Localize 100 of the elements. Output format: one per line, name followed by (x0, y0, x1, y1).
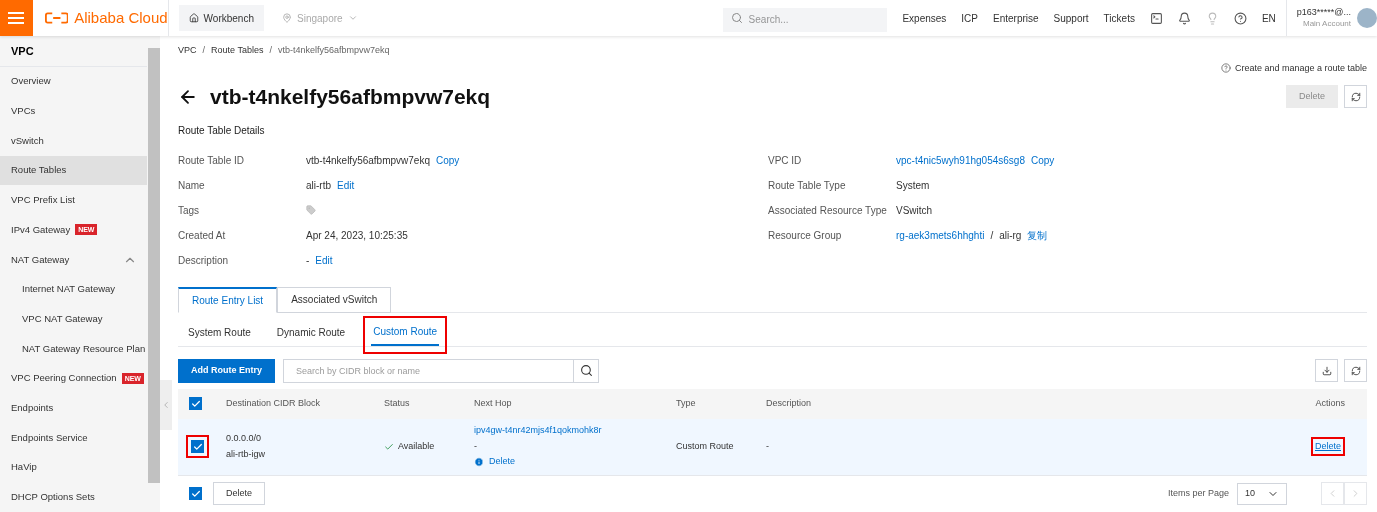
language-label[interactable]: EN (1261, 10, 1276, 26)
workbench-button[interactable]: Workbench (178, 5, 264, 31)
chevron-down-icon (347, 13, 358, 23)
table-cell-text: - (766, 439, 770, 453)
menu-button[interactable] (0, 0, 33, 36)
sidebar-item[interactable]: VPCs (0, 96, 147, 127)
help-link[interactable]: Create and manage a route table (1234, 61, 1367, 75)
account-role: Main Account (1302, 18, 1351, 30)
refresh-button[interactable] (1344, 359, 1367, 382)
nav-link[interactable]: Expenses (902, 10, 947, 26)
checkbox[interactable] (189, 487, 202, 500)
field-value: vtb-t4nkelfy56afbmpvw7ekq (306, 153, 430, 168)
sidebar-item[interactable]: VPC NAT Gateway (0, 304, 147, 334)
field-value: - (306, 253, 310, 268)
breadcrumb-item[interactable]: VPC (178, 44, 197, 58)
sidebar-title: VPC (0, 36, 147, 67)
sidebar-item[interactable]: vSwitch (0, 126, 147, 156)
field-label: Description (178, 253, 230, 268)
help-icon (1220, 63, 1231, 74)
search-button[interactable] (574, 358, 599, 383)
sidebar-item[interactable]: Route Tables (0, 155, 147, 186)
sidebar-item[interactable]: DHCP Options Sets (0, 482, 147, 512)
route-tab[interactable]: Custom Route (371, 319, 440, 346)
chevron-left-icon (161, 400, 171, 410)
nav-link[interactable]: ICP (961, 10, 978, 26)
column-header: Actions (1314, 396, 1346, 410)
status-text: Available (398, 439, 435, 453)
field-value: VSwitch (896, 203, 933, 218)
action-link[interactable]: 复制 (1027, 227, 1048, 243)
table-cell-text: ali-rtb-igw (226, 448, 266, 461)
collapse-handle[interactable] (160, 380, 172, 430)
sidebar-item[interactable]: VPC Prefix List (0, 185, 147, 216)
sidebar-item[interactable]: Internet NAT Gateway (0, 274, 147, 305)
nav-link[interactable]: Support (1053, 10, 1089, 26)
download-icon (1321, 365, 1332, 376)
table-cell-text: - (474, 439, 478, 453)
nav-link[interactable]: Enterprise (993, 10, 1039, 26)
account-name[interactable]: p163*****@... (1296, 6, 1351, 18)
sidebar-item[interactable]: Endpoints Service (0, 422, 147, 453)
field-value: System (896, 178, 930, 193)
sidebar-item[interactable]: NAT Gateway Resource Plan (0, 333, 147, 364)
add-route-entry-button[interactable]: Add Route Entry (178, 358, 275, 383)
field-label: Resource Group (768, 228, 843, 243)
info-icon (474, 457, 484, 467)
refresh-button[interactable] (1344, 85, 1367, 109)
search-field[interactable]: Search... (722, 7, 888, 32)
delete-link[interactable]: Delete (489, 455, 515, 469)
action-link[interactable]: Copy (1031, 152, 1055, 168)
field-link[interactable]: vpc-t4nic5wyh91hg054s6sg8 (896, 152, 1025, 168)
field-value: ali-rtb (306, 178, 331, 193)
breadcrumb-separator: / (202, 44, 206, 57)
terminal-icon[interactable] (1149, 11, 1163, 25)
field-value: Apr 24, 2023, 10:25:35 (306, 228, 408, 243)
breadcrumb-item[interactable]: Route Tables (211, 44, 264, 58)
field-label: VPC ID (768, 153, 803, 168)
action-link[interactable]: Copy (435, 152, 460, 168)
scrollbar[interactable] (148, 48, 160, 483)
section-title: Route Table Details (178, 123, 266, 138)
sidebar-item[interactable]: HaVip (0, 452, 147, 483)
next-hop-link[interactable]: ipv4gw-t4nr42mjs4f1qokmohk8r (474, 424, 676, 438)
field-label: Route Table ID (178, 153, 245, 168)
home-icon (188, 13, 199, 23)
refresh-icon (1350, 365, 1361, 376)
search-icon (730, 12, 743, 24)
column-header: Next Hop (474, 396, 513, 410)
sidebar-item[interactable]: NAT Gateway (0, 244, 147, 275)
download-button[interactable] (1315, 359, 1338, 382)
field-value: ali-rg (999, 228, 1022, 243)
separator: / (990, 228, 994, 243)
breadcrumb-item: vtb-t4nkelfy56afbmpvw7ekq (277, 44, 390, 57)
field-link[interactable]: rg-aek3mets6hhghti (896, 227, 985, 243)
field-label: Name (178, 178, 206, 193)
field-label: Created At (178, 228, 227, 243)
checkbox[interactable] (189, 397, 202, 410)
checkbox[interactable] (191, 440, 204, 453)
search-icon (579, 364, 593, 377)
route-tab[interactable]: System Route (186, 319, 253, 346)
logo-icon (44, 12, 69, 24)
menu-icon (8, 12, 25, 24)
route-tab[interactable]: Dynamic Route (274, 319, 348, 346)
action-link[interactable]: Edit (337, 177, 355, 193)
page-size-label: Items per Page (1167, 486, 1229, 500)
check-icon (384, 441, 394, 452)
tab[interactable]: Route Entry List (178, 286, 278, 313)
tab[interactable]: Associated vSwitch (277, 286, 392, 313)
sidebar-item[interactable]: Overview (0, 66, 147, 97)
page-size-select[interactable]: 10 (1237, 482, 1287, 505)
field-label: Associated Resource Type (768, 203, 888, 218)
page-title: vtb-t4nkelfy56afbmpvw7ekq (210, 84, 491, 110)
help-icon[interactable] (1233, 11, 1247, 25)
column-header: Destination CIDR Block (226, 396, 322, 410)
column-header: Description (766, 396, 813, 410)
bulk-delete-button[interactable]: Delete (213, 482, 265, 505)
bell-icon[interactable] (1177, 11, 1191, 25)
field-label: Route Table Type (768, 178, 847, 193)
search-field[interactable]: Search by CIDR block or name (283, 358, 574, 383)
sidebar-item[interactable]: Endpoints (0, 393, 147, 423)
action-link[interactable]: Edit (315, 252, 333, 268)
nav-link[interactable]: Tickets (1103, 10, 1135, 26)
delete-link[interactable]: Delete (1315, 440, 1341, 451)
